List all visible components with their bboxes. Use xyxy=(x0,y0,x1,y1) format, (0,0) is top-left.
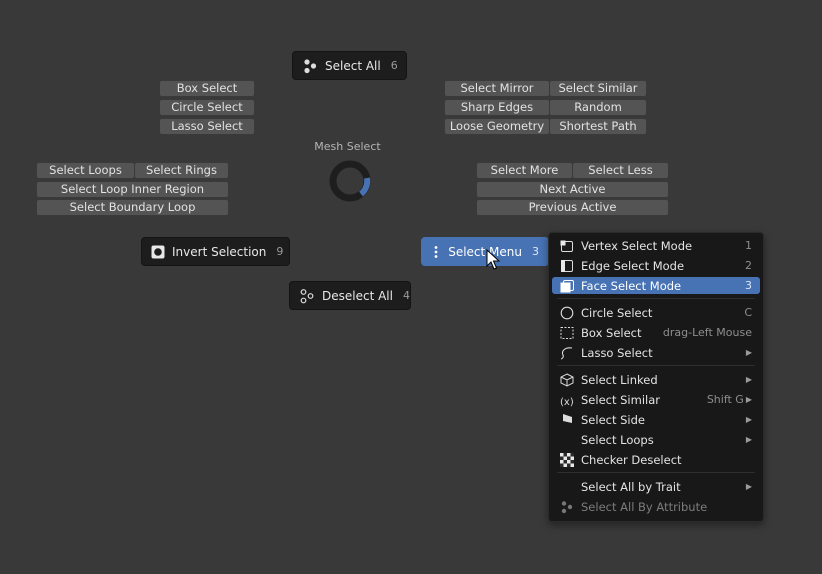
menu-item-box-select[interactable]: Box Select drag-Left Mouse xyxy=(552,324,760,341)
select-rings-button[interactable]: Select Rings xyxy=(134,162,229,179)
menu-item-label: Select Linked xyxy=(581,372,658,387)
deselect-all-button[interactable]: Deselect All 4 xyxy=(289,281,411,310)
box-select-icon xyxy=(559,326,575,340)
previous-active-button[interactable]: Previous Active xyxy=(476,199,669,216)
deselect-all-icon xyxy=(299,288,315,304)
menu-item-select-similar[interactable]: (x) Select Similar Shift G ▶ xyxy=(552,391,760,408)
loose-geometry-button[interactable]: Loose Geometry xyxy=(444,118,550,135)
mouse-cursor-icon xyxy=(486,249,500,270)
lasso-select-button[interactable]: Lasso Select xyxy=(159,118,255,135)
menu-item-label: Select All by Trait xyxy=(581,479,681,494)
menu-item-shortcut: 3 xyxy=(745,279,752,292)
menu-item-label: Circle Select xyxy=(581,305,653,320)
menu-item-lasso-select[interactable]: Lasso Select ▶ xyxy=(552,344,760,361)
random-button[interactable]: Random xyxy=(549,99,647,116)
submenu-arrow-icon: ▶ xyxy=(745,395,752,404)
menu-item-checker-deselect[interactable]: Checker Deselect xyxy=(552,451,760,468)
menu-separator xyxy=(557,365,755,366)
menu-separator xyxy=(557,472,755,473)
sharp-edges-button[interactable]: Sharp Edges xyxy=(444,99,550,116)
menu-item-label: Select Loops xyxy=(581,432,654,447)
invert-selection-shortcut: 9 xyxy=(276,245,284,258)
face-mode-icon xyxy=(559,279,575,293)
menu-item-label: Select All By Attribute xyxy=(581,499,708,514)
invert-selection-icon xyxy=(151,244,165,260)
invert-selection-button[interactable]: Invert Selection 9 xyxy=(141,237,290,266)
menu-item-select-loops[interactable]: Select Loops ▶ xyxy=(552,431,760,448)
menu-item-label: Edge Select Mode xyxy=(581,258,685,273)
deselect-all-shortcut: 4 xyxy=(402,289,410,302)
menu-item-label: Face Select Mode xyxy=(581,278,682,293)
select-mirror-button[interactable]: Select Mirror xyxy=(444,80,550,97)
select-boundary-loop-button[interactable]: Select Boundary Loop xyxy=(36,199,229,216)
edge-mode-icon xyxy=(559,259,575,273)
select-all-button[interactable]: Select All 6 xyxy=(292,51,407,80)
lasso-select-icon xyxy=(559,346,575,360)
circle-select-button[interactable]: Circle Select xyxy=(159,99,255,116)
submenu-arrow-icon: ▶ xyxy=(745,415,752,424)
menu-item-select-side[interactable]: Select Side ▶ xyxy=(552,411,760,428)
menu-item-shortcut: Shift G xyxy=(706,393,744,406)
menu-item-label: Lasso Select xyxy=(581,345,653,360)
select-all-label: Select All xyxy=(325,58,381,73)
select-menu-button[interactable]: Select Menu 3 xyxy=(421,237,549,266)
select-dropdown-menu: Vertex Select Mode 1 Edge Select Mode 2 … xyxy=(548,232,764,522)
menu-item-vertex-select-mode[interactable]: Vertex Select Mode 1 xyxy=(552,237,760,254)
select-similar-button[interactable]: Select Similar xyxy=(549,80,647,97)
menu-item-select-linked[interactable]: Select Linked ▶ xyxy=(552,371,760,388)
menu-item-label: Select Side xyxy=(581,412,646,427)
select-less-button[interactable]: Select Less xyxy=(572,162,669,179)
menu-item-circle-select[interactable]: Circle Select C xyxy=(552,304,760,321)
next-active-button[interactable]: Next Active xyxy=(476,181,669,198)
submenu-arrow-icon: ▶ xyxy=(745,435,752,444)
select-more-button[interactable]: Select More xyxy=(476,162,573,179)
menu-item-label: Select Similar xyxy=(581,392,660,407)
menu-item-select-all-by-trait[interactable]: Select All by Trait ▶ xyxy=(552,478,760,495)
flag-icon xyxy=(559,413,575,427)
vertex-mode-icon xyxy=(559,239,575,253)
submenu-arrow-icon: ▶ xyxy=(745,348,752,357)
similar-icon: (x) xyxy=(559,393,575,407)
submenu-arrow-icon: ▶ xyxy=(745,482,752,491)
select-loops-button[interactable]: Select Loops xyxy=(36,162,135,179)
more-vertical-icon xyxy=(431,244,441,260)
attribute-icon xyxy=(559,500,575,514)
shortest-path-button[interactable]: Shortest Path xyxy=(549,118,647,135)
svg-text:(x): (x) xyxy=(560,397,574,407)
invert-selection-label: Invert Selection xyxy=(172,244,267,259)
circle-select-icon xyxy=(559,306,575,320)
menu-item-edge-select-mode[interactable]: Edge Select Mode 2 xyxy=(552,257,760,274)
menu-item-shortcut: 2 xyxy=(745,259,752,272)
menu-item-shortcut: 1 xyxy=(745,239,752,252)
checker-icon xyxy=(559,452,575,467)
deselect-all-label: Deselect All xyxy=(322,288,393,303)
menu-item-select-all-by-attribute: Select All By Attribute xyxy=(552,498,760,515)
pie-direction-indicator xyxy=(329,160,371,202)
cube-icon xyxy=(559,372,575,387)
select-menu-shortcut: 3 xyxy=(532,245,539,258)
menu-item-label: Box Select xyxy=(581,325,642,340)
menu-item-label: Vertex Select Mode xyxy=(581,238,693,253)
menu-item-shortcut: drag-Left Mouse xyxy=(662,326,752,339)
select-all-shortcut: 6 xyxy=(390,59,398,72)
menu-item-shortcut: C xyxy=(744,306,752,319)
menu-item-label: Checker Deselect xyxy=(581,452,682,467)
select-all-icon xyxy=(302,58,318,74)
box-select-button[interactable]: Box Select xyxy=(159,80,255,97)
menu-separator xyxy=(557,298,755,299)
menu-item-face-select-mode[interactable]: Face Select Mode 3 xyxy=(552,277,760,294)
submenu-arrow-icon: ▶ xyxy=(745,375,752,384)
select-loop-inner-region-button[interactable]: Select Loop Inner Region xyxy=(36,181,229,198)
pie-title: Mesh Select xyxy=(314,140,381,153)
